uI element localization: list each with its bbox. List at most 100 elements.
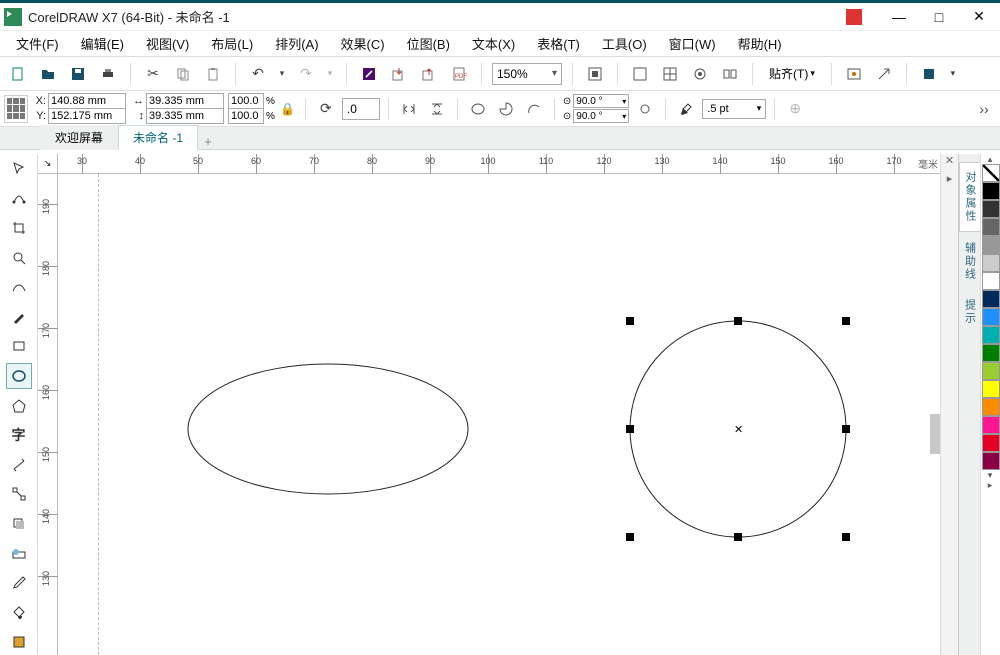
show-grid-button[interactable] [658, 62, 682, 86]
start-angle-input[interactable]: 90.0 °▾ [573, 94, 629, 108]
swap-arc-button[interactable] [633, 97, 657, 121]
undo-button[interactable]: ↶ [246, 62, 270, 86]
selection-handle-nw[interactable] [626, 317, 634, 325]
snap-toggle-button[interactable] [718, 62, 742, 86]
lock-ratio-button[interactable]: 🔒 [279, 102, 297, 116]
maximize-button[interactable]: □ [926, 6, 952, 28]
menu-bitmap[interactable]: 位图(B) [397, 32, 460, 55]
redo-button[interactable]: ↷ [294, 62, 318, 86]
docker-guidelines[interactable]: 辅助线 [960, 234, 980, 289]
artistic-media-tool[interactable] [6, 304, 32, 330]
color-swatch[interactable] [982, 182, 1000, 200]
drawing-surface[interactable] [58, 174, 940, 655]
crop-tool[interactable] [6, 215, 32, 241]
print-button[interactable] [96, 62, 120, 86]
menu-view[interactable]: 视图(V) [136, 32, 199, 55]
copy-button[interactable] [171, 62, 195, 86]
fullscreen-button[interactable] [583, 62, 607, 86]
vertical-scrollbar-thumb[interactable] [930, 414, 940, 454]
color-swatch[interactable] [982, 452, 1000, 470]
arc-mode-button[interactable] [522, 97, 546, 121]
selection-handle-e[interactable] [842, 425, 850, 433]
end-angle-input[interactable]: 90.0 °▾ [573, 109, 629, 123]
parallel-dimension-tool[interactable] [6, 452, 32, 478]
color-swatch[interactable] [982, 308, 1000, 326]
object-origin-grid[interactable] [4, 95, 28, 123]
import-button[interactable] [387, 62, 411, 86]
menu-effects[interactable]: 效果(C) [331, 32, 395, 55]
vertical-ruler[interactable]: 190180170160150140130 [38, 174, 58, 655]
tab-document[interactable]: 未命名 -1 [118, 125, 198, 150]
color-swatch[interactable] [982, 326, 1000, 344]
paste-button[interactable] [201, 62, 225, 86]
snap-menu[interactable]: 贴齐(T)▾ [763, 63, 821, 84]
horizontal-ruler[interactable]: 毫米 3040506070809010011012013014015016017… [58, 154, 940, 174]
menu-table[interactable]: 表格(T) [527, 32, 590, 55]
selection-handle-sw[interactable] [626, 533, 634, 541]
color-swatch[interactable] [982, 362, 1000, 380]
app-launcher-button[interactable] [917, 62, 941, 86]
selection-handle-se[interactable] [842, 533, 850, 541]
undo-dropdown[interactable]: ▾ [276, 62, 288, 86]
color-swatch[interactable] [982, 380, 1000, 398]
transparency-tool[interactable] [6, 541, 32, 567]
ellipse-tool[interactable] [6, 363, 32, 389]
canvas[interactable]: ✕ [58, 174, 940, 655]
selection-handle-w[interactable] [626, 425, 634, 433]
docker-object-properties[interactable]: 对象属性 [959, 162, 980, 232]
menu-tools[interactable]: 工具(O) [592, 32, 657, 55]
menu-help[interactable]: 帮助(H) [728, 32, 792, 55]
menu-window[interactable]: 窗口(W) [659, 32, 726, 55]
freehand-tool[interactable] [6, 274, 32, 300]
docker-expand-button[interactable]: ▸ [941, 172, 958, 190]
publish-pdf-button[interactable]: PDF [447, 62, 471, 86]
minimize-button[interactable]: — [886, 6, 912, 28]
close-button[interactable]: ✕ [966, 6, 992, 28]
color-swatch[interactable] [982, 434, 1000, 452]
tab-welcome[interactable]: 欢迎屏幕 [40, 125, 118, 150]
ellipse-mode-button[interactable] [466, 97, 490, 121]
color-swatch[interactable] [982, 200, 1000, 218]
open-button[interactable] [36, 62, 60, 86]
color-swatch[interactable] [982, 272, 1000, 290]
save-button[interactable] [66, 62, 90, 86]
launch-button[interactable] [872, 62, 896, 86]
drop-shadow-tool[interactable] [6, 511, 32, 537]
menu-text[interactable]: 文本(X) [462, 32, 525, 55]
palette-scroll-up[interactable]: ▴ [981, 154, 999, 164]
palette-flyout[interactable]: ▸ [981, 480, 999, 490]
palette-scroll-down[interactable]: ▾ [981, 470, 999, 480]
docker-close-button[interactable]: ✕ [941, 154, 958, 172]
swatch-none[interactable] [982, 164, 1000, 182]
y-input[interactable] [48, 108, 126, 124]
show-guides-button[interactable] [688, 62, 712, 86]
interactive-fill-tool[interactable] [6, 600, 32, 626]
color-swatch[interactable] [982, 398, 1000, 416]
color-swatch[interactable] [982, 236, 1000, 254]
selection-handle-ne[interactable] [842, 317, 850, 325]
export-button[interactable] [417, 62, 441, 86]
rotation-input[interactable] [342, 98, 380, 120]
menu-layout[interactable]: 布局(L) [201, 32, 263, 55]
pick-tool[interactable] [6, 156, 32, 182]
color-swatch[interactable] [982, 290, 1000, 308]
new-button[interactable] [6, 62, 30, 86]
scale-x-input[interactable] [228, 93, 264, 109]
user-icon[interactable] [846, 9, 862, 25]
cut-button[interactable]: ✂ [141, 62, 165, 86]
color-swatch[interactable] [982, 416, 1000, 434]
connector-tool[interactable] [6, 482, 32, 508]
height-input[interactable] [146, 108, 224, 124]
search-button[interactable] [357, 62, 381, 86]
menu-file[interactable]: 文件(F) [6, 32, 69, 55]
scale-y-input[interactable] [228, 108, 264, 124]
ruler-corner[interactable]: ↘ [38, 154, 58, 174]
add-tab-button[interactable]: + [198, 134, 218, 149]
color-swatch[interactable] [982, 218, 1000, 236]
zoom-tool[interactable] [6, 245, 32, 271]
outline-width-select[interactable]: .5 pt▾ [702, 99, 766, 119]
width-input[interactable] [146, 93, 224, 109]
shape-tool[interactable] [6, 186, 32, 212]
ellipse-object-1[interactable] [188, 364, 468, 494]
mirror-h-button[interactable] [397, 97, 421, 121]
